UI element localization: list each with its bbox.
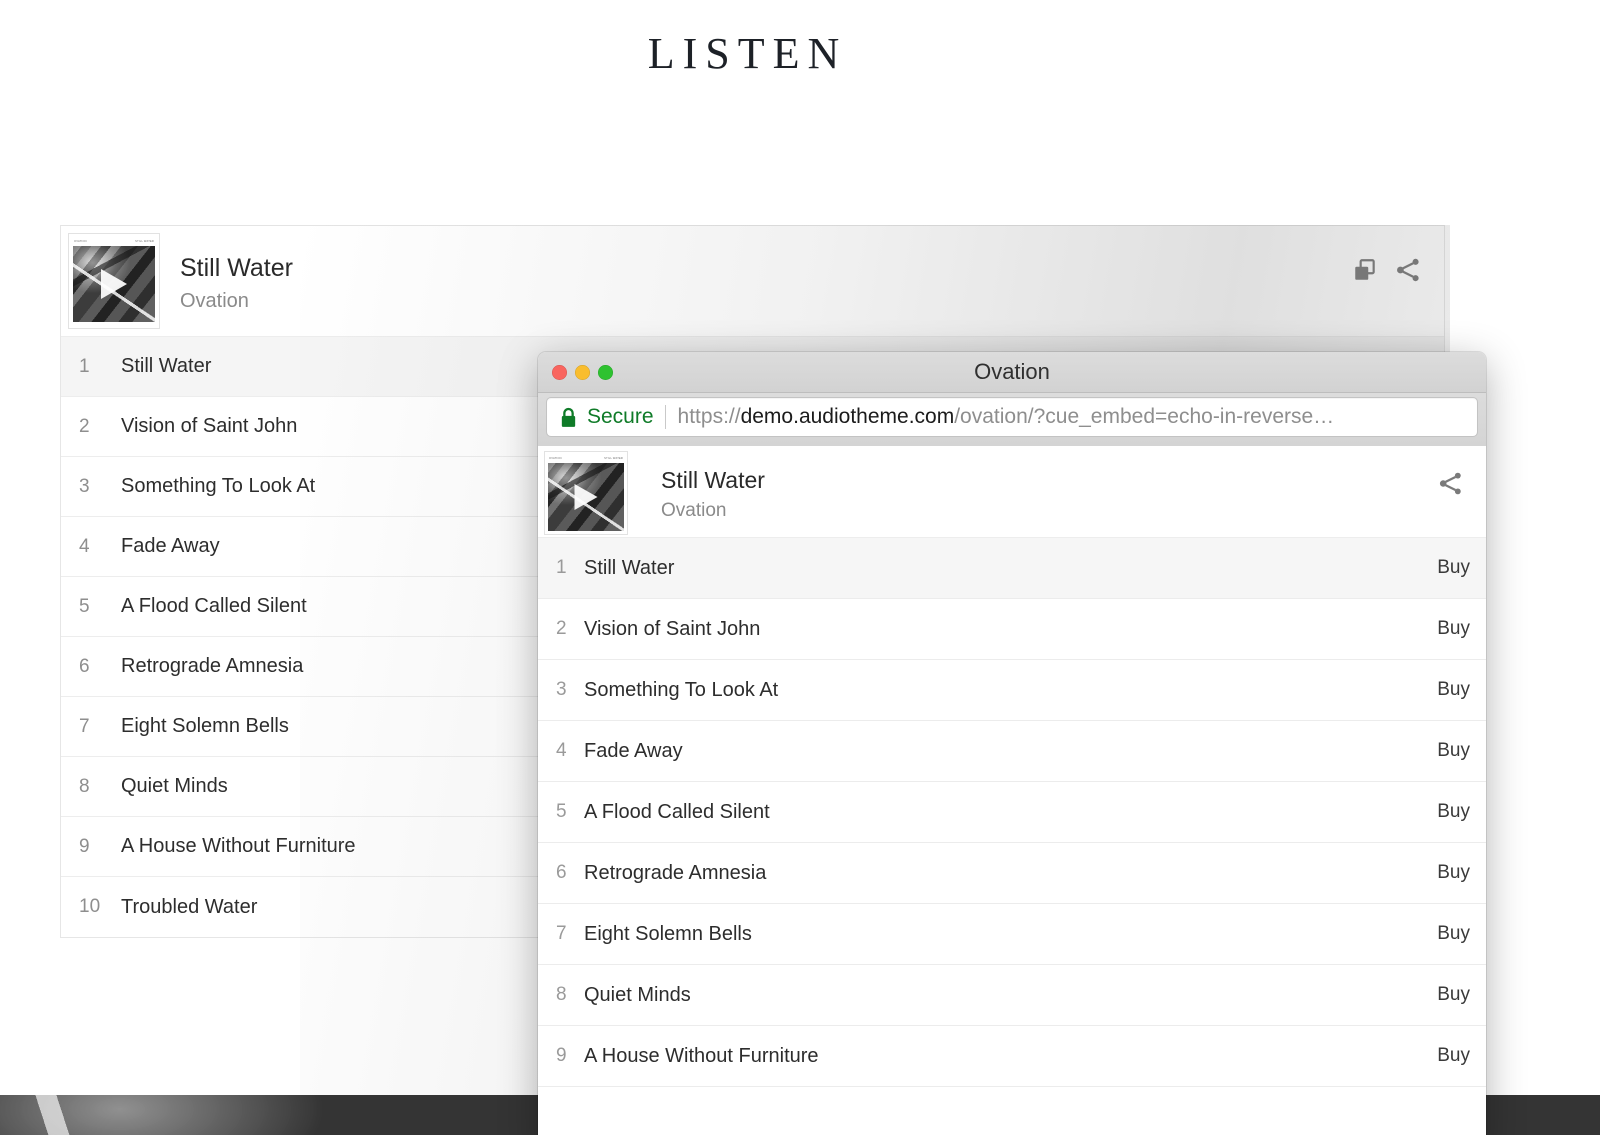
album-art-thumbnail[interactable]: OVATION STILL WATER [68,233,160,329]
track-title[interactable]: Troubled Water [121,896,257,919]
track-title[interactable]: Retrograde Amnesia [584,862,766,885]
track-title[interactable]: Still Water [121,355,211,378]
table-row[interactable]: 4 Fade Away Buy [538,721,1486,782]
track-number: 7 [79,715,90,737]
buy-link[interactable]: Buy [1437,862,1470,884]
share-icon[interactable] [1394,256,1422,284]
embed-now-playing-title: Still Water [661,467,765,493]
track-title[interactable]: Eight Solemn Bells [584,923,752,946]
track-number: 8 [556,984,567,1005]
embed-album-art-photo [548,463,624,531]
play-icon[interactable] [101,269,127,299]
url-text[interactable]: https://demo.audiotheme.com/ovation/?cue… [678,405,1335,429]
embed-track-list: 1 Still Water Buy 2 Vision of Saint John… [538,538,1486,1135]
track-title[interactable]: A House Without Furniture [584,1045,819,1068]
track-title[interactable]: Vision of Saint John [121,415,297,438]
track-number: 10 [79,896,101,917]
track-number: 7 [556,923,567,944]
album-art-photo [73,246,155,322]
track-number: 1 [556,557,567,578]
track-number: 1 [79,355,90,377]
buy-link[interactable]: Buy [1437,557,1470,579]
track-title[interactable]: Fade Away [121,535,220,558]
album-art-caption-left: OVATION [74,240,87,243]
security-label: Secure [587,405,654,428]
address-bar-container: Secure https://demo.audiotheme.com/ovati… [538,393,1486,446]
track-number: 9 [556,1045,567,1066]
track-number: 2 [556,618,567,639]
url-path: /ovation/?cue_embed=echo-in-reverse… [954,405,1335,428]
address-bar[interactable]: Secure https://demo.audiotheme.com/ovati… [546,397,1478,437]
embed-icon[interactable] [1352,257,1378,283]
share-icon[interactable] [1437,470,1464,497]
track-title[interactable]: Fade Away [584,740,683,763]
embed-player-meta: Still Water Ovation [628,446,765,524]
table-row[interactable]: 5 A Flood Called Silent Buy [538,782,1486,843]
track-title[interactable]: A Flood Called Silent [584,801,770,824]
track-title[interactable]: Something To Look At [121,475,315,498]
track-number: 5 [79,595,90,617]
track-number: 8 [79,775,90,797]
buy-link[interactable]: Buy [1437,801,1470,823]
now-playing-artist: Ovation [180,290,249,312]
track-title[interactable]: Quiet Minds [584,984,691,1007]
track-number: 6 [79,655,90,677]
buy-link[interactable]: Buy [1437,923,1470,945]
track-number: 4 [556,740,567,761]
embed-player-header: OVATION STILL WATER Still Water Ovation [538,446,1486,538]
track-title[interactable]: Quiet Minds [121,775,228,798]
play-icon[interactable] [574,484,598,510]
window-titlebar[interactable]: Ovation [538,352,1486,393]
embed-player-actions [1437,470,1464,502]
embed-now-playing-artist: Ovation [661,500,727,521]
buy-link[interactable]: Buy [1437,679,1470,701]
table-row[interactable]: 3 Something To Look At Buy [538,660,1486,721]
track-number: 4 [79,535,90,557]
track-number: 2 [79,415,90,437]
table-row[interactable]: 8 Quiet Minds Buy [538,965,1486,1026]
track-title[interactable]: A House Without Furniture [121,835,356,858]
table-row[interactable]: 7 Eight Solemn Bells Buy [538,904,1486,965]
page-title: LISTEN [647,29,848,78]
table-row[interactable]: 1 Still Water Buy [538,538,1486,599]
track-title[interactable]: A Flood Called Silent [121,595,307,618]
url-scheme: https:// [677,405,741,428]
table-row[interactable]: 6 Retrograde Amnesia Buy [538,843,1486,904]
embed-album-art-caption-right: STILL WATER [604,457,623,460]
now-playing-title: Still Water [180,254,293,282]
window-title: Ovation [974,359,1050,384]
background-player-header: OVATION STILL WATER Still Water Ovation [61,226,1444,336]
browser-window[interactable]: Ovation Secure https://demo.audiotheme.c… [538,352,1486,1135]
track-number: 3 [556,679,567,700]
track-number: 9 [79,835,90,857]
buy-link[interactable]: Buy [1437,618,1470,640]
background-player-meta: Still Water Ovation [160,226,293,316]
screen: LISTEN OVATION STILL WATER Still Water O… [0,0,1600,1135]
lock-icon [559,406,578,429]
url-host: demo.audiotheme.com [740,405,955,428]
embed-album-art-caption-left: OVATION [549,457,562,460]
track-title[interactable]: Something To Look At [584,679,778,702]
buy-link[interactable]: Buy [1437,740,1470,762]
track-title[interactable]: Retrograde Amnesia [121,655,303,678]
buy-link[interactable]: Buy [1437,984,1470,1006]
track-number: 5 [556,801,567,822]
buy-link[interactable]: Buy [1437,1045,1470,1067]
track-title[interactable]: Vision of Saint John [584,618,760,641]
table-row[interactable]: 2 Vision of Saint John Buy [538,599,1486,660]
track-number: 3 [79,475,90,497]
track-title[interactable]: Still Water [584,557,674,580]
table-row[interactable]: 9 A House Without Furniture Buy [538,1026,1486,1087]
embed-album-art-thumbnail[interactable]: OVATION STILL WATER [544,451,628,535]
background-player-actions [1352,256,1422,284]
divider [664,405,666,429]
table-row[interactable] [538,1087,1486,1135]
track-number: 6 [556,862,567,883]
album-art-caption-right: STILL WATER [135,240,154,243]
track-title[interactable]: Eight Solemn Bells [121,715,289,738]
